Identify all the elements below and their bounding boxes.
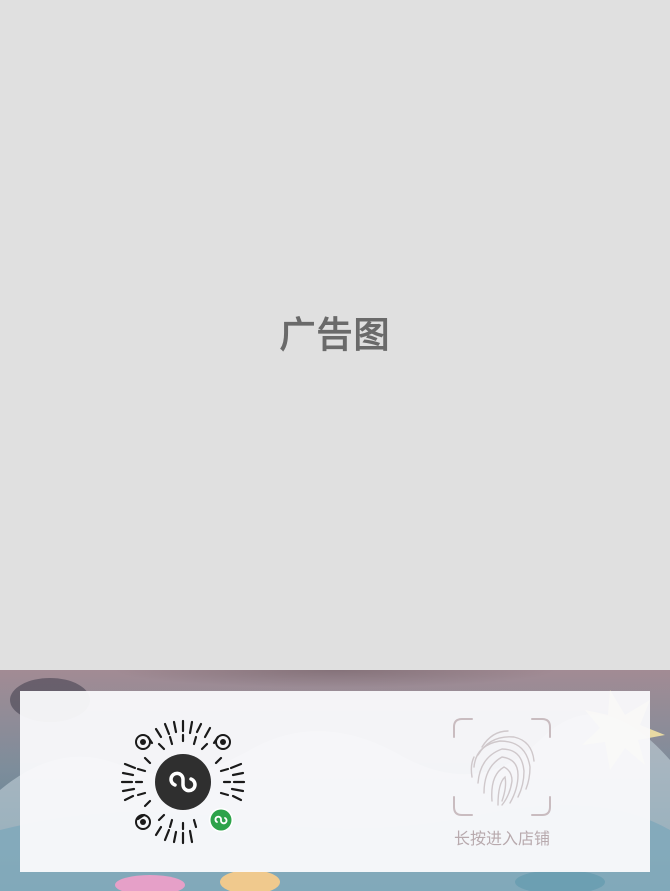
- fingerprint-button[interactable]: [452, 717, 552, 817]
- store-entry-banner: 长按进入店铺: [0, 670, 670, 891]
- long-press-caption: 长按进入店铺: [453, 829, 550, 848]
- banner-shadow: [110, 670, 560, 688]
- ad-placeholder-label: 广告图: [279, 315, 391, 356]
- ad-placeholder: 广告图: [0, 0, 670, 670]
- fingerprint-icon: [453, 718, 551, 816]
- mini-program-qr-code[interactable]: [120, 719, 246, 845]
- store-entry-card: 长按进入店铺: [20, 691, 650, 872]
